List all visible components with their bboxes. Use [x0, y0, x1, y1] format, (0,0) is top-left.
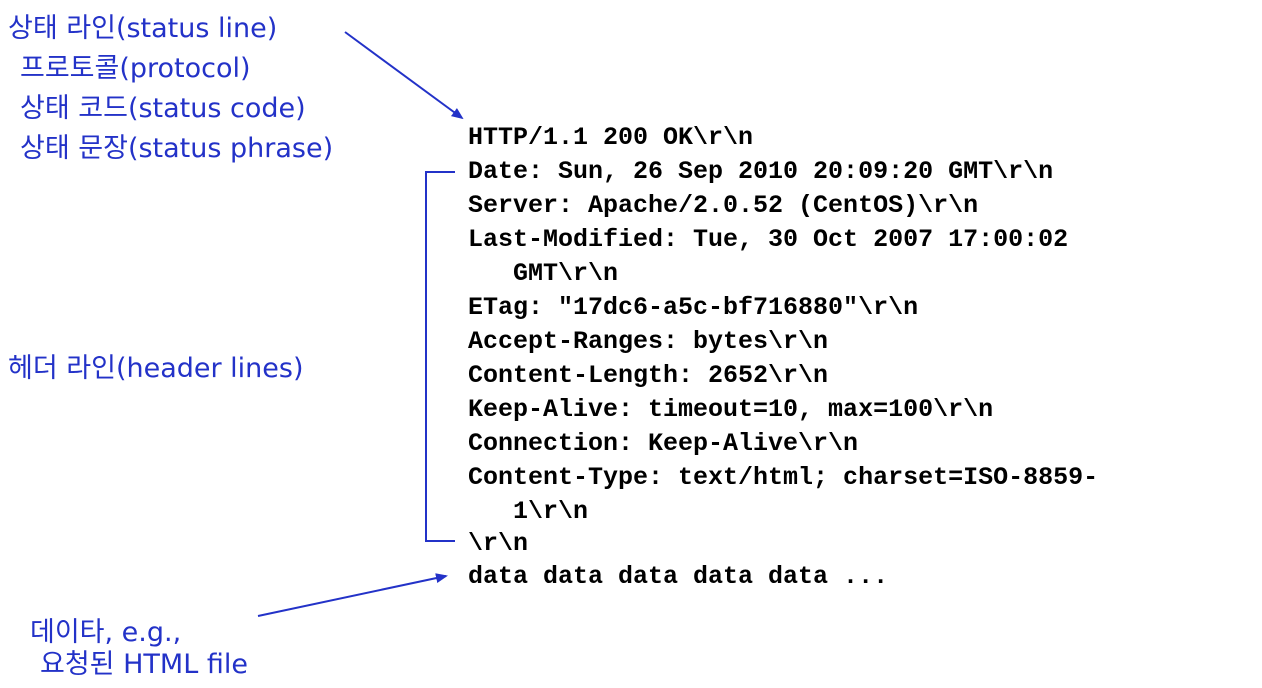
- annotation-graphics: [257, 31, 464, 617]
- data-arrow: [257, 573, 448, 617]
- header-lines-bracket: [425, 171, 455, 542]
- status-line-arrow: [344, 31, 464, 120]
